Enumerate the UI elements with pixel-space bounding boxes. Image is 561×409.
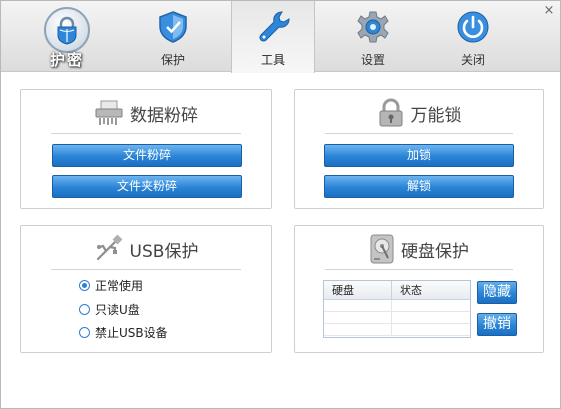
brand-name: 护密: [49, 51, 84, 69]
hide-button[interactable]: 隐藏: [477, 281, 517, 304]
table-row: [324, 312, 470, 324]
usb-divider: [51, 269, 241, 270]
tab-close[interactable]: 关闭: [431, 1, 515, 72]
disk-title: 硬盘保护: [295, 234, 543, 264]
tab-close-label: 关闭: [460, 53, 485, 67]
tab-settings[interactable]: 设置: [331, 1, 415, 72]
column-header-status[interactable]: 状态: [392, 281, 422, 299]
radio-unchecked-icon[interactable]: [79, 326, 90, 338]
disk-table[interactable]: 硬盘 状态: [323, 280, 471, 338]
shredder-icon: [95, 100, 123, 125]
disk-table-header: 硬盘 状态: [324, 281, 470, 300]
column-header-disk[interactable]: 硬盘: [324, 281, 392, 299]
usb-icon: [96, 235, 122, 261]
padlock-icon: [379, 98, 402, 127]
disk-title-text: 硬盘保护: [401, 241, 469, 262]
wrench-icon: [259, 11, 290, 42]
shield-icon: [159, 11, 187, 43]
shred-title: 数据粉碎: [21, 98, 271, 128]
tab-protect[interactable]: 保护: [131, 1, 215, 72]
tab-protect-label: 保护: [160, 53, 185, 67]
top-toolbar: 护密 保护 工具 设置 关闭 ×: [1, 1, 560, 73]
lock-title: 万能锁: [295, 98, 543, 128]
shred-divider: [51, 133, 241, 134]
usb-option-normal[interactable]: 正常使用: [79, 277, 143, 293]
main-window: 护密 保护 工具 设置 关闭 × 数据粉碎 文件粉碎 文件夹粉碎 万能锁 加锁 …: [0, 0, 561, 409]
usb-title-text: USB保护: [129, 241, 199, 262]
app-logo: 护密: [37, 7, 97, 69]
lock-title-text: 万能锁: [410, 105, 462, 126]
usb-option-normal-label: 正常使用: [95, 278, 144, 293]
table-row: [324, 324, 470, 336]
window-close-icon[interactable]: ×: [542, 4, 556, 18]
usb-option-disable[interactable]: 禁止USB设备: [79, 324, 168, 340]
lock-shield-logo-icon: [44, 7, 90, 53]
usb-title: USB保护: [21, 234, 271, 264]
disk-divider: [325, 269, 513, 270]
hard-disk-icon: [370, 234, 394, 264]
table-row: [324, 300, 470, 312]
tab-tools-label: 工具: [260, 53, 285, 67]
lock-button[interactable]: 加锁: [324, 144, 514, 167]
usb-option-readonly[interactable]: 只读U盘: [79, 301, 140, 317]
radio-unchecked-icon[interactable]: [79, 303, 90, 315]
folder-shred-button[interactable]: 文件夹粉碎: [52, 175, 242, 198]
file-shred-button[interactable]: 文件粉碎: [52, 144, 242, 167]
shred-title-text: 数据粉碎: [130, 105, 198, 126]
revoke-button[interactable]: 撤销: [477, 313, 517, 336]
radio-checked-icon[interactable]: [79, 279, 90, 291]
power-icon: [457, 11, 489, 43]
usb-option-disable-label: 禁止USB设备: [95, 325, 168, 340]
unlock-button[interactable]: 解锁: [324, 175, 514, 198]
tab-settings-label: 设置: [360, 53, 385, 67]
tab-tools[interactable]: 工具: [231, 1, 315, 73]
usb-option-readonly-label: 只读U盘: [95, 302, 140, 317]
gear-icon: [357, 11, 389, 43]
lock-divider: [325, 133, 513, 134]
